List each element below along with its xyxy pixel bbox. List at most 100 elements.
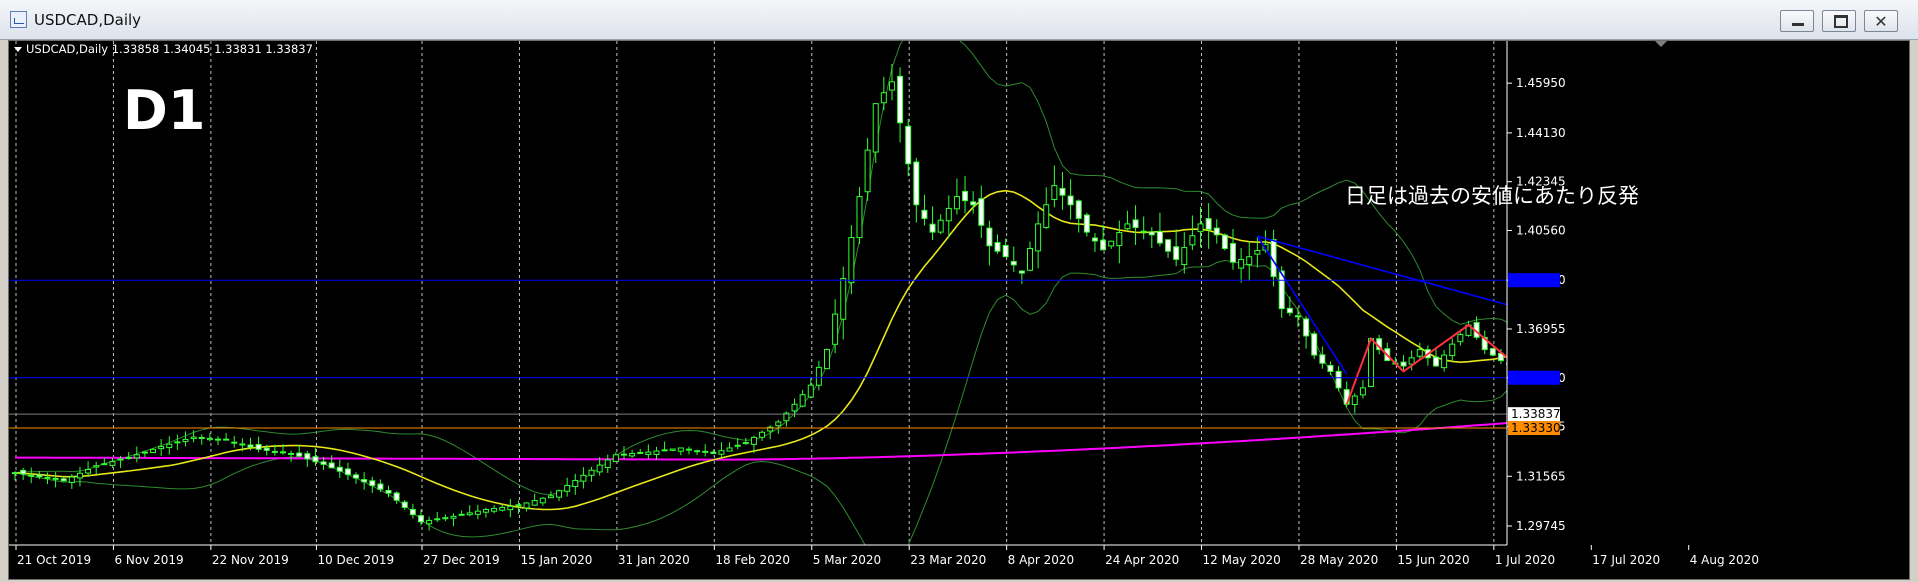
candle-body: [1515, 365, 1520, 366]
candle-body: [604, 459, 611, 469]
bollinger-lower-band: [14, 259, 1507, 545]
chart-annotation: 日足は過去の安値にあたり反発: [1345, 184, 1639, 208]
candle-body: [369, 480, 376, 487]
candle-body: [117, 458, 124, 461]
candle-body: [1416, 349, 1423, 357]
candle-body: [1221, 234, 1228, 249]
candle-body: [1197, 223, 1204, 233]
date-tick-label: 22 Nov 2019: [212, 553, 289, 567]
candle-body: [1604, 386, 1609, 395]
candle-body: [1132, 219, 1139, 229]
shift-marker-icon: [1655, 41, 1667, 47]
candle-body: [377, 483, 384, 490]
level-tag-3-label: 1.33330: [1511, 421, 1561, 435]
window-title: USDCAD,Daily: [34, 11, 142, 29]
price-tick-label: 1.31565: [1516, 469, 1566, 483]
candle-body: [231, 441, 238, 444]
candle-body: [1523, 359, 1528, 364]
candle-body: [190, 436, 197, 440]
chart-area[interactable]: 1.459501.441301.423451.405601.387401.369…: [8, 40, 1910, 580]
candle-body: [36, 474, 43, 478]
candle-body: [547, 495, 554, 499]
date-tick-label: 15 Jan 2020: [520, 553, 592, 567]
candle-body: [263, 447, 270, 451]
candle-body: [1238, 258, 1245, 269]
minimize-button[interactable]: [1780, 10, 1814, 32]
candle-body: [791, 403, 798, 412]
candle-body: [158, 446, 165, 450]
candle-body: [986, 227, 993, 247]
date-tick-label: 24 Apr 2020: [1105, 553, 1179, 567]
candle-body: [905, 125, 912, 165]
candle-body: [1173, 246, 1180, 260]
candle-body: [1083, 214, 1090, 233]
candle-body: [1433, 356, 1439, 367]
candle-body: [1449, 343, 1456, 357]
candle-body: [637, 451, 644, 454]
candle-body: [864, 149, 871, 193]
candle-body: [759, 431, 766, 438]
candle-body: [856, 196, 863, 239]
candle-body: [336, 466, 343, 472]
candle-body: [271, 450, 278, 453]
candle-body: [101, 463, 108, 466]
candle-body: [109, 461, 116, 466]
candle-body: [694, 450, 701, 453]
candle-body: [897, 75, 904, 124]
candle-body: [215, 438, 221, 441]
candle-body: [1653, 410, 1658, 421]
candle-body: [507, 505, 514, 511]
collapse-triangle-icon: [14, 47, 22, 52]
price-tick-label: 1.44130: [1516, 126, 1566, 140]
candle-body: [1637, 411, 1642, 416]
candle-body: [499, 506, 506, 511]
candle-body: [556, 490, 563, 498]
candle-body: [824, 349, 830, 370]
candle-body: [945, 207, 952, 222]
symbol-info-line: USDCAD,Daily 1.33858 1.34045 1.33831 1.3…: [26, 42, 313, 56]
candle-body: [426, 519, 433, 525]
date-tick-label: 10 Dec 2019: [317, 553, 394, 567]
candle-body: [1685, 411, 1690, 412]
date-tick-label: 27 Dec 2019: [423, 553, 500, 567]
candle-body: [1140, 230, 1147, 233]
candle-body: [1457, 334, 1464, 343]
candle-body: [93, 465, 100, 468]
candle-body: [385, 489, 392, 494]
date-tick-label: 12 May 2020: [1203, 553, 1281, 567]
candle-body: [1156, 230, 1163, 244]
candle-body: [1059, 187, 1066, 196]
candle-body: [304, 453, 311, 460]
maximize-button[interactable]: [1822, 10, 1856, 32]
candle-body: [596, 464, 603, 473]
candle-body: [523, 502, 530, 509]
candle-body: [1645, 418, 1650, 421]
candle-body: [1563, 361, 1568, 368]
candle-body: [937, 219, 944, 233]
candle-body: [1400, 361, 1407, 367]
price-chart[interactable]: 1.459501.441301.423451.405601.387401.369…: [9, 41, 1909, 579]
candle-body: [434, 518, 441, 521]
candle-body: [1010, 261, 1017, 266]
date-tick-label: 15 Jun 2020: [1397, 553, 1469, 567]
candle-body: [515, 504, 522, 507]
close-button[interactable]: ✕: [1864, 10, 1898, 32]
candle-body: [141, 451, 148, 454]
candle-body: [247, 444, 254, 448]
date-tick-label: 23 Mar 2020: [910, 553, 986, 567]
price-tick-label: 1.29745: [1516, 519, 1566, 533]
candle-body: [1205, 218, 1212, 230]
candle-body: [799, 394, 806, 407]
candle-body: [474, 510, 481, 515]
candle-body: [1489, 348, 1496, 356]
date-tick-label: 6 Nov 2019: [114, 553, 183, 567]
date-tick-label: 4 Aug 2020: [1690, 553, 1759, 567]
candle-body: [1572, 358, 1577, 360]
candle-body: [1002, 244, 1009, 258]
candle-body: [1693, 410, 1698, 414]
candle-body: [880, 92, 887, 104]
candle-body: [677, 447, 684, 452]
chart-window-icon: [10, 11, 27, 28]
candle-body: [1230, 243, 1236, 263]
candle-body: [1669, 397, 1674, 404]
